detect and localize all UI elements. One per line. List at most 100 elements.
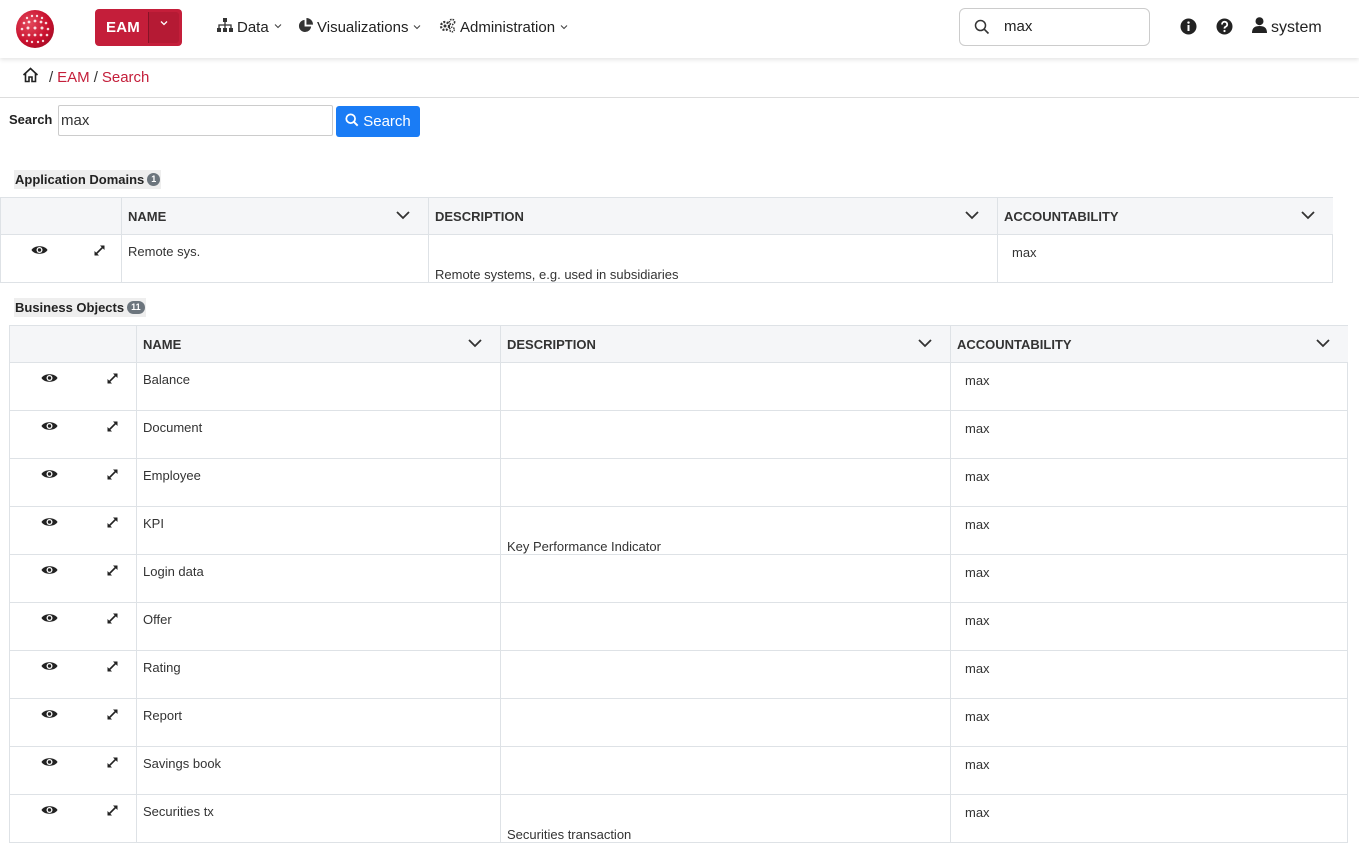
chevron-down-icon [159,18,169,31]
view-cell [9,698,90,747]
view-cell [9,410,90,459]
eye-icon[interactable] [41,804,58,819]
cell-name[interactable]: Report [136,698,501,747]
expand-cell [89,746,137,795]
column-header-label: ACCOUNTABILITY [1004,208,1119,224]
breadcrumb: / EAM / Search [22,67,149,87]
column-header-description[interactable]: DESCRIPTION [428,197,998,235]
eye-icon[interactable] [41,372,58,387]
cell-accountability: max [950,410,1348,459]
eye-icon[interactable] [41,708,58,723]
user-icon [1252,17,1267,38]
sitemap-icon [217,18,233,36]
chevron-down-icon[interactable] [396,208,410,223]
cell-name[interactable]: KPI [136,506,501,555]
home-icon[interactable] [22,67,39,87]
cell-name[interactable]: Savings book [136,746,501,795]
cell-accountability: max [950,458,1348,507]
user-menu[interactable]: system [1252,17,1322,38]
cell-name[interactable]: Employee [136,458,501,507]
table-row: Balance max [9,362,1348,411]
column-header-name[interactable]: NAME [121,197,429,235]
expand-icon[interactable] [106,468,119,484]
search-form-input[interactable] [58,105,333,136]
eye-icon[interactable] [41,420,58,435]
cell-description [500,554,951,603]
eye-icon[interactable] [41,468,58,483]
expand-icon[interactable] [106,372,119,388]
expand-cell [89,794,137,843]
table-row: Employee max [9,458,1348,507]
search-form-label: Search [9,112,53,127]
eye-icon[interactable] [41,516,58,531]
column-header-accountability[interactable]: ACCOUNTABILITY [950,325,1348,363]
expand-icon[interactable] [106,420,119,436]
actions-column-header [0,197,122,235]
chevron-down-icon[interactable] [918,336,932,351]
chevron-down-icon [560,23,568,33]
menu-data[interactable]: Data [217,18,282,36]
expand-icon[interactable] [106,564,119,580]
global-search[interactable] [959,8,1150,46]
view-cell [0,234,79,283]
expand-icon[interactable] [106,708,119,724]
chevron-down-icon[interactable] [965,208,979,223]
expand-icon[interactable] [106,756,119,772]
help-icon[interactable] [1216,18,1234,36]
expand-icon[interactable] [106,804,119,820]
cell-name[interactable]: Document [136,410,501,459]
search-submit-button[interactable]: Search [336,106,420,137]
chevron-down-icon[interactable] [1315,336,1330,351]
eye-icon[interactable] [41,612,58,627]
cell-name[interactable]: Login data [136,554,501,603]
breadcrumb-eam[interactable]: EAM [57,69,90,86]
cell-name[interactable]: Remote sys. [121,234,429,283]
global-search-input[interactable] [1002,17,1146,36]
cell-name[interactable]: Rating [136,650,501,699]
eye-icon[interactable] [41,564,58,579]
expand-icon[interactable] [106,660,119,676]
cell-description [500,410,951,459]
cell-name[interactable]: Offer [136,602,501,651]
app-switch-dropdown-toggle[interactable] [148,12,179,43]
expand-cell [89,698,137,747]
info-icon[interactable] [1180,18,1198,36]
chevron-down-icon[interactable] [468,336,482,351]
expand-icon[interactable] [106,612,119,628]
expand-icon[interactable] [106,516,119,532]
chevron-down-icon[interactable] [1300,208,1315,223]
table-row: Remote sys. Remote systems, e.g. used in… [0,234,1333,283]
search-icon [345,112,359,131]
view-cell [9,362,90,411]
expand-cell [89,650,137,699]
view-cell [9,794,90,843]
column-header-accountability[interactable]: ACCOUNTABILITY [997,197,1333,235]
breadcrumb-search[interactable]: Search [102,69,150,86]
cell-description [500,602,951,651]
company-logo[interactable] [16,10,54,48]
cell-description: Key Performance Indicator [500,506,951,555]
column-header-name[interactable]: NAME [136,325,501,363]
menu-administration[interactable]: Administration [439,18,568,37]
cell-accountability: max [950,362,1348,411]
expand-icon[interactable] [93,244,106,260]
column-header-description[interactable]: DESCRIPTION [500,325,951,363]
gears-icon [439,18,456,37]
menu-visualizations[interactable]: Visualizations [298,18,421,37]
cell-description [500,362,951,411]
app-switch-label: EAM [106,19,140,36]
view-cell [9,506,90,555]
column-header-label: NAME [128,208,167,224]
cell-name[interactable]: Balance [136,362,501,411]
cell-name[interactable]: Securities tx [136,794,501,843]
table-header-row: NAME DESCRIPTION ACCOUNTABILITY [0,197,1333,235]
table-header-row: NAME DESCRIPTION ACCOUNTABILITY [9,325,1348,363]
eye-icon[interactable] [41,660,58,675]
view-cell [9,554,90,603]
app-switch-button[interactable]: EAM [95,9,182,46]
view-cell [9,458,90,507]
count-badge: 1 [147,173,161,186]
eye-icon[interactable] [41,756,58,771]
cell-description [500,698,951,747]
eye-icon[interactable] [31,244,48,259]
